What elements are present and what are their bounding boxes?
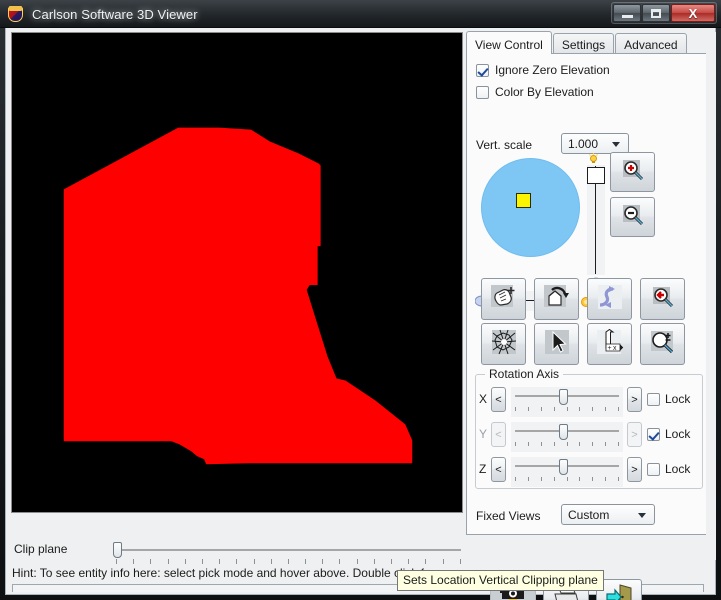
title-bar: Carlson Software 3D Viewer X [0, 0, 721, 28]
magnifier-minus-icon [621, 203, 645, 232]
lock-label: Lock [665, 427, 691, 441]
checkbox-box[interactable] [476, 63, 489, 77]
checkbox-label: Color By Elevation [495, 85, 594, 99]
axis-label-y: Y [479, 427, 488, 441]
axis-z-lock-checkbox[interactable]: Lock [647, 462, 690, 476]
chevron-down-icon[interactable] [612, 141, 620, 147]
rotation-axis-row-z: Z < > Lock [477, 457, 699, 487]
close-button[interactable]: X [671, 4, 715, 22]
red-surface-polygon [12, 33, 462, 512]
right-panel: View Control Settings Advanced Ignore Ze… [466, 31, 712, 560]
axis-z-slider[interactable] [511, 457, 623, 487]
tab-strip: View Control Settings Advanced [466, 31, 688, 54]
lock-label: Lock [665, 462, 691, 476]
orbit-button[interactable] [534, 278, 579, 320]
axis-x-increase-button[interactable]: > [627, 387, 642, 412]
magnifier-back-arrow-icon [651, 285, 675, 314]
slider-ticks [515, 407, 619, 411]
rotation-axis-legend: Rotation Axis [485, 367, 564, 381]
axis-y-increase-button: > [627, 422, 642, 447]
fixed-views-combo[interactable]: Custom [561, 504, 655, 525]
tooltip: Sets Location Vertical Clipping plane [397, 570, 604, 591]
clip-plane-ticks [116, 559, 461, 564]
clip-plane-row: Clip plane [12, 540, 464, 564]
checkbox-ignore-zero-elevation[interactable]: Ignore Zero Elevation [476, 63, 610, 77]
application-window: Carlson Software 3D Viewer X Clip plane [0, 0, 721, 600]
checkbox-box[interactable] [647, 462, 660, 476]
spin-button[interactable] [587, 278, 632, 320]
checkbox-color-by-elevation[interactable]: Color By Elevation [476, 85, 594, 99]
zoom-in-button[interactable] [610, 152, 655, 192]
axis-y-decrease-button: < [491, 422, 506, 447]
svg-text:x: x [613, 345, 617, 352]
clip-plane-track [116, 549, 461, 551]
tab-view-control[interactable]: View Control [466, 31, 552, 54]
tab-settings[interactable]: Settings [552, 33, 615, 54]
fixed-views-value: Custom [568, 507, 610, 522]
pan-button[interactable] [481, 278, 526, 320]
window-buttons: X [611, 2, 717, 24]
fixed-views-label: Fixed Views [476, 509, 541, 523]
magnifier-plus-icon [621, 158, 645, 187]
axis-x-lock-checkbox[interactable]: Lock [647, 392, 690, 406]
checkbox-box[interactable] [647, 392, 660, 406]
clip-plane-slider[interactable] [110, 540, 465, 564]
clip-plane-label: Clip plane [14, 542, 68, 556]
zoom-out-button[interactable] [610, 197, 655, 237]
window-title: Carlson Software 3D Viewer [32, 6, 198, 22]
lock-label: Lock [665, 392, 691, 406]
axis-y-lock-checkbox[interactable]: Lock [647, 427, 690, 441]
zoom-extents-button[interactable] [481, 323, 526, 365]
slider-ticks [515, 477, 619, 481]
vert-scale-label: Vert. scale [476, 138, 533, 152]
slider-ticks [515, 442, 619, 446]
maximize-button[interactable] [642, 4, 670, 22]
checkbox-label: Ignore Zero Elevation [495, 63, 610, 77]
axis-move-button[interactable]: + x [587, 323, 632, 365]
refresh-spin-icon [597, 284, 623, 315]
viewport-3d[interactable] [11, 32, 463, 513]
axis-label-x: X [479, 392, 488, 406]
tab-advanced[interactable]: Advanced [615, 33, 687, 54]
slider-thumb[interactable] [559, 459, 568, 475]
minimize-button[interactable] [613, 4, 641, 22]
arrow-cursor-icon [544, 329, 570, 360]
tab-panel-view-control: Ignore Zero Elevation Color By Elevation… [466, 53, 712, 535]
exit-door-icon [604, 583, 634, 600]
client-area: Clip plane Hint: To see entity info here… [5, 28, 716, 600]
checkbox-box[interactable] [476, 85, 489, 99]
zoom-previous-button[interactable] [640, 278, 685, 320]
svg-text:+: + [607, 345, 611, 352]
carlson-shield-icon [7, 5, 24, 23]
axis-x-decrease-button[interactable]: < [491, 387, 506, 412]
checkbox-box[interactable] [647, 427, 660, 441]
rotation-axis-row-x: X < > Lock [477, 387, 699, 417]
hand-pan-icon [490, 284, 518, 315]
chevron-down-icon[interactable] [638, 512, 646, 518]
zoom-window-button[interactable] [640, 323, 685, 365]
slider-thumb[interactable] [587, 167, 605, 184]
axis-z-increase-button[interactable]: > [627, 457, 642, 482]
pick-mode-button[interactable] [534, 323, 579, 365]
magnifier-plusminus-icon [650, 330, 676, 359]
mesh-explode-icon [491, 329, 517, 360]
panel-right-strip [706, 32, 716, 560]
axis-z-decrease-button[interactable]: < [491, 457, 506, 482]
axis-label-z: Z [479, 462, 487, 476]
rotate-house-icon [543, 284, 571, 315]
light-position-handle[interactable] [516, 193, 531, 208]
clip-plane-thumb[interactable] [113, 542, 122, 558]
axis-x-slider[interactable] [511, 387, 623, 417]
axis-translate-icon: + x [596, 328, 624, 360]
slider-thumb[interactable] [559, 389, 568, 405]
slider-thumb [559, 424, 568, 440]
axis-y-slider [511, 422, 623, 452]
rotation-axis-row-y: Y < > Lock [477, 422, 699, 452]
